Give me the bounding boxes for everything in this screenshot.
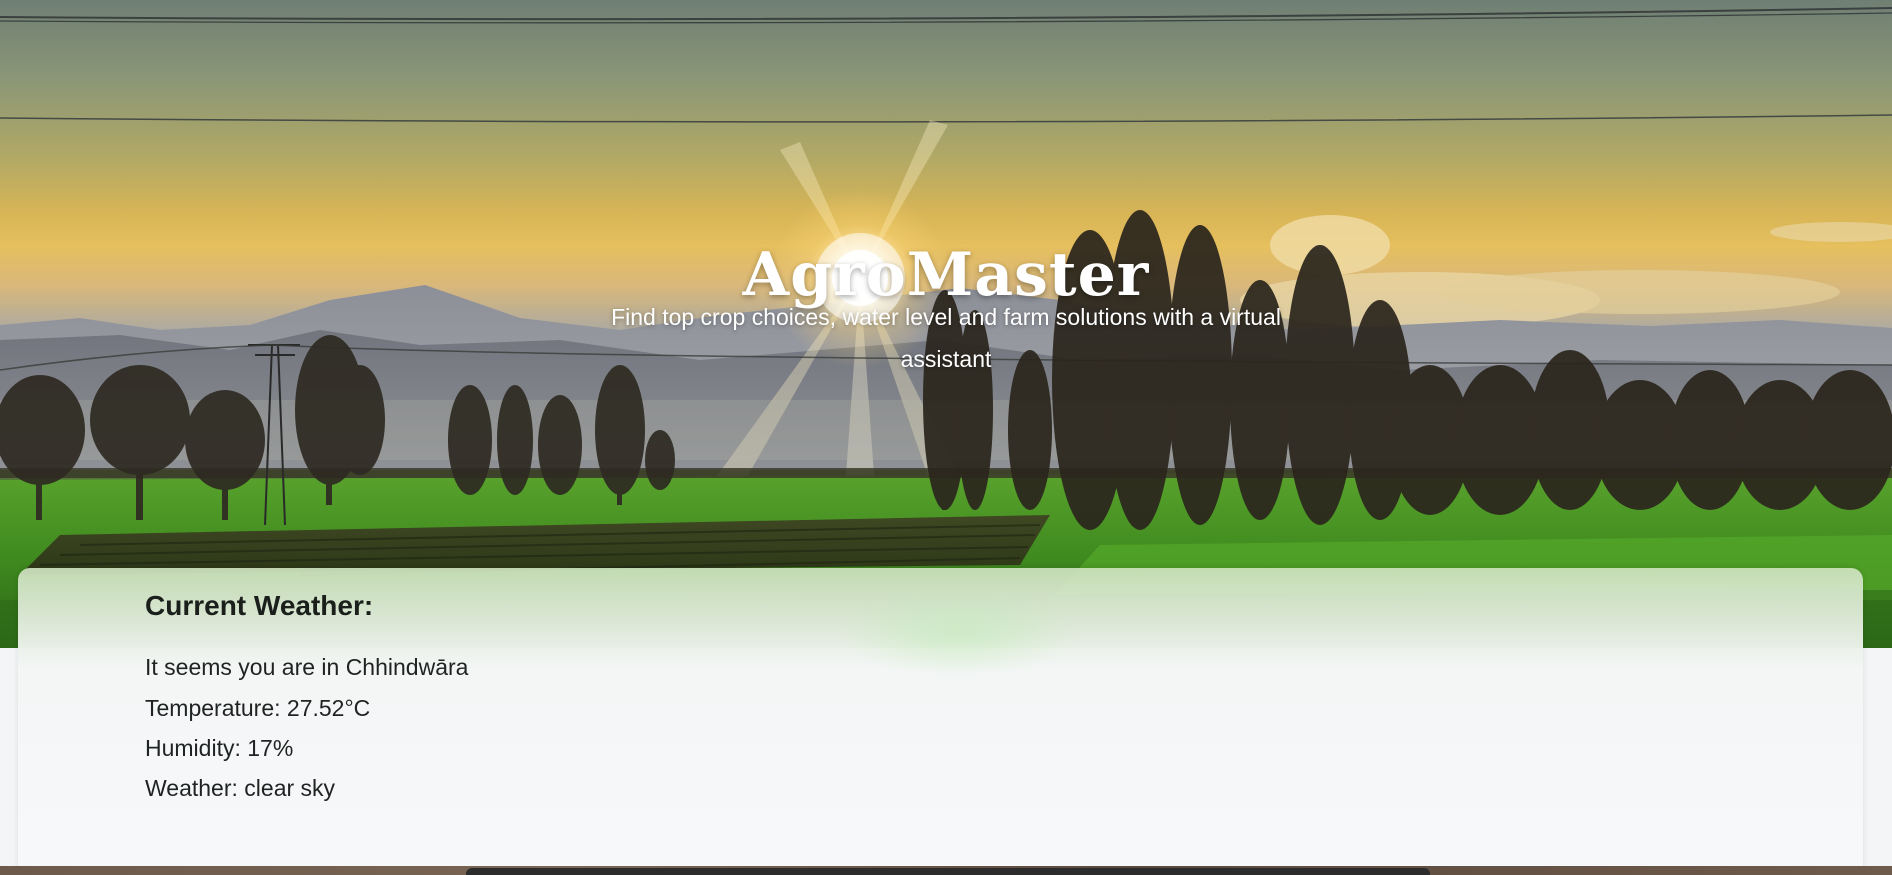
temperature-text: Temperature: 27.52°C (145, 695, 371, 721)
location-text: It seems you are in Chhindwāra (145, 654, 469, 680)
humidity-text: Humidity: 17% (145, 735, 294, 761)
page: AgroMaster Find top crop choices, water … (0, 0, 1892, 875)
weather-condition-text: Weather: clear sky (145, 775, 336, 801)
current-weather-heading: Current Weather: (145, 590, 374, 621)
next-section-edge (0, 866, 1892, 875)
current-weather-card: Current Weather: It seems you are in Chh… (18, 568, 1863, 875)
hero-subtitle: Find top crop choices, water level and f… (611, 304, 1281, 372)
card-glow-decoration (838, 588, 1078, 678)
hero-banner: AgroMaster Find top crop choices, water … (0, 0, 1892, 648)
next-section-bar (466, 868, 1430, 875)
